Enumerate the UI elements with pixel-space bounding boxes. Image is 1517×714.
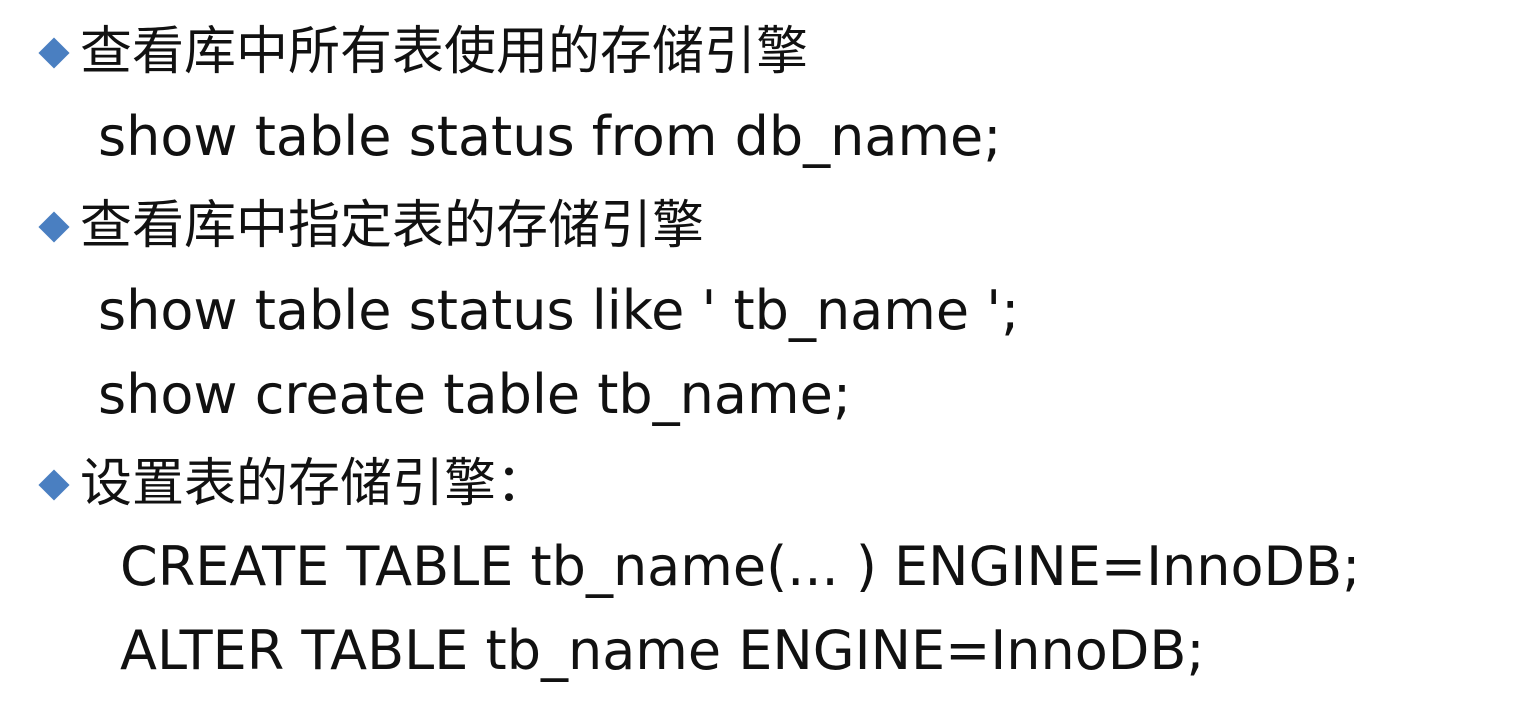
diamond-bullet-icon [36, 467, 70, 501]
bullet-item-3: 设置表的存储引擎： [36, 458, 548, 510]
diamond-bullet-icon [36, 209, 70, 243]
command-line: show create table tb_name; [98, 363, 852, 426]
bullet-item-2: 查看库中指定表的存储引擎 [36, 200, 704, 252]
command-line: ALTER TABLE tb_name ENGINE=InnoDB; [120, 619, 1205, 682]
bullet-heading: 查看库中指定表的存储引擎 [80, 196, 705, 256]
diamond-bullet-icon [36, 35, 70, 69]
command-line: show table status like ' tb_name '; [98, 279, 1020, 342]
bullet-heading: 设置表的存储引擎： [80, 454, 549, 514]
bullet-heading: 查看库中所有表使用的存储引擎 [80, 22, 809, 82]
command-line: show table status from db_name; [98, 105, 1002, 168]
command-line: CREATE TABLE tb_name(... ) ENGINE=InnoDB… [120, 535, 1361, 598]
bullet-item-1: 查看库中所有表使用的存储引擎 [36, 26, 808, 78]
